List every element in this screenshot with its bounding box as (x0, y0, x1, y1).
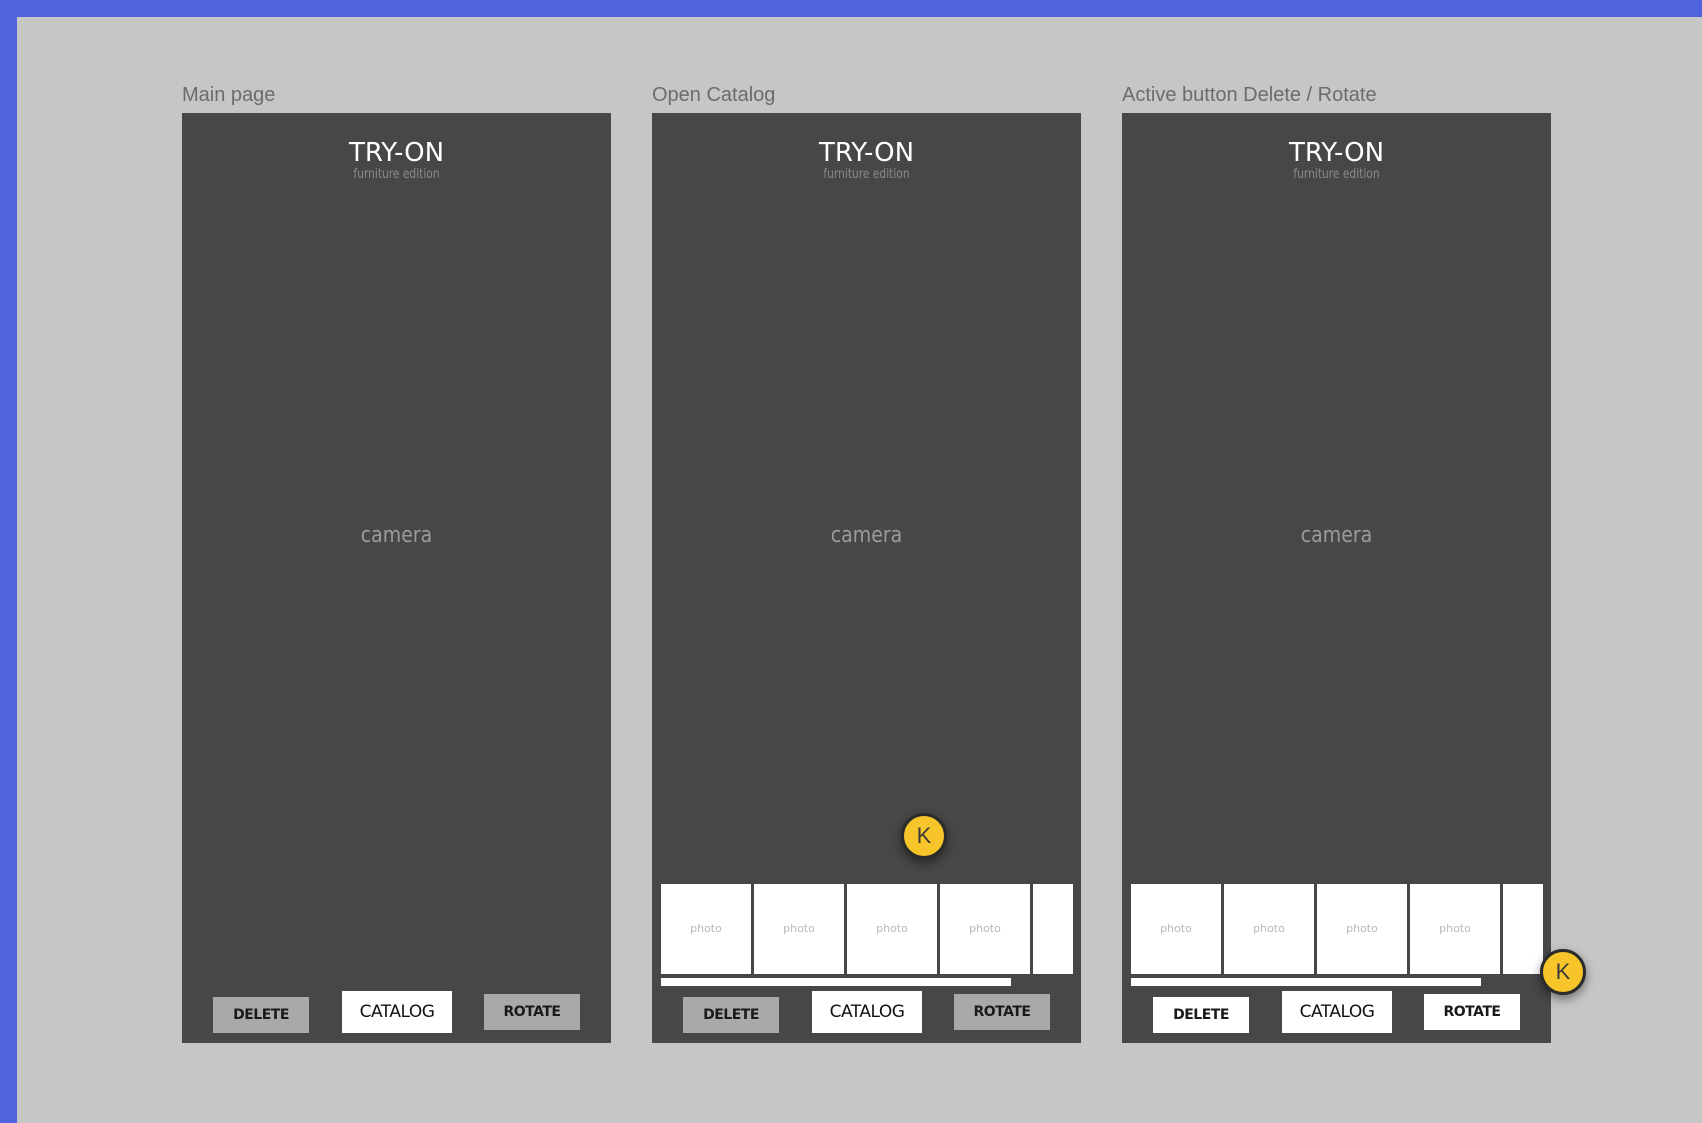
catalog-photo-tile-partial[interactable] (1033, 884, 1073, 974)
phone-frame-active-buttons: TRY-ON furniture edition camera photo ph… (1122, 113, 1586, 1043)
app-subtitle: furniture edition (823, 167, 910, 182)
catalog-photo-strip[interactable]: photo photo photo photo (661, 884, 1073, 974)
catalog-button[interactable]: CATALOG (342, 991, 452, 1033)
catalog-photo-tile-partial[interactable] (1503, 884, 1543, 974)
camera-viewport-label: camera (830, 523, 903, 548)
delete-button[interactable]: DELETE (213, 997, 309, 1033)
collaborator-cursor-avatar: K (1540, 949, 1586, 995)
app-subtitle: furniture edition (353, 167, 440, 182)
app-title: TRY-ON (1288, 138, 1385, 168)
rotate-button[interactable]: ROTATE (954, 994, 1050, 1030)
app-subtitle: furniture edition (1293, 167, 1380, 182)
collaborator-cursor-avatar: K (901, 813, 947, 859)
catalog-photo-tile[interactable]: photo (754, 884, 844, 974)
rotate-button[interactable]: ROTATE (484, 994, 580, 1030)
phone-frame-main-page: TRY-ON furniture edition camera DELETE C… (182, 113, 611, 1043)
catalog-photo-strip[interactable]: photo photo photo photo (1131, 884, 1543, 974)
catalog-photo-tile[interactable]: photo (1410, 884, 1500, 974)
catalog-button[interactable]: CATALOG (1282, 991, 1392, 1033)
frame-label-open-catalog: Open Catalog (652, 84, 776, 106)
catalog-photo-tile[interactable]: photo (1131, 884, 1221, 974)
catalog-photo-tile[interactable]: photo (661, 884, 751, 974)
rotate-button[interactable]: ROTATE (1424, 994, 1520, 1030)
delete-button[interactable]: DELETE (1153, 997, 1249, 1033)
catalog-scrollbar[interactable] (1131, 978, 1481, 986)
catalog-photo-tile[interactable]: photo (1224, 884, 1314, 974)
app-title: TRY-ON (348, 138, 445, 168)
catalog-photo-tile[interactable]: photo (940, 884, 1030, 974)
catalog-scrollbar[interactable] (661, 978, 1011, 986)
camera-viewport-label: camera (1300, 523, 1373, 548)
camera-viewport-label: camera (360, 523, 433, 548)
delete-button[interactable]: DELETE (683, 997, 779, 1033)
catalog-photo-tile[interactable]: photo (1317, 884, 1407, 974)
frame-label-main-page: Main page (182, 84, 276, 106)
catalog-button[interactable]: CATALOG (812, 991, 922, 1033)
frame-label-active-buttons: Active button Delete / Rotate (1122, 84, 1377, 106)
phone-frame-open-catalog: TRY-ON furniture edition camera photo ph… (652, 113, 1081, 1043)
app-title: TRY-ON (818, 138, 915, 168)
catalog-photo-tile[interactable]: photo (847, 884, 937, 974)
